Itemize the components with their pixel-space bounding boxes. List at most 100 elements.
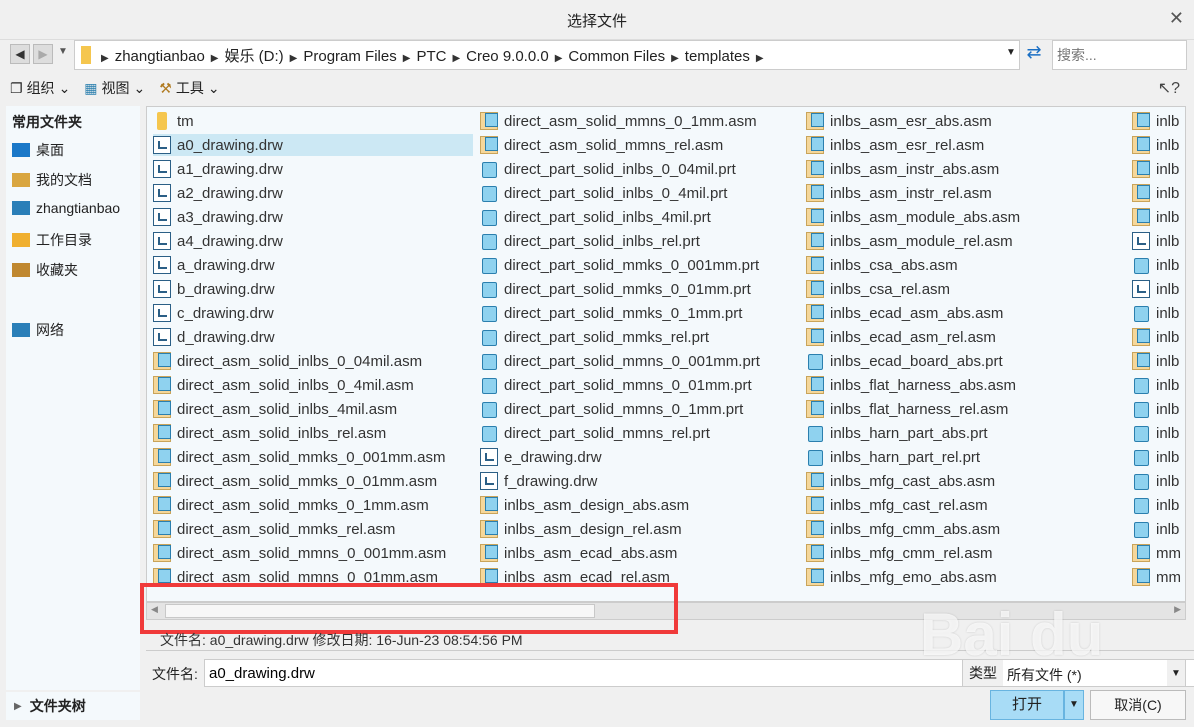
file-item[interactable]: inlb bbox=[1132, 350, 1185, 372]
file-item[interactable]: direct_part_solid_mmks_rel.prt bbox=[480, 326, 790, 348]
folder-tree-toggle[interactable]: ▶ 文件夹树 bbox=[6, 692, 140, 720]
breadcrumb-item[interactable]: PTC bbox=[410, 48, 452, 65]
file-item[interactable]: inlb bbox=[1132, 158, 1185, 180]
forward-button[interactable]: ▶ bbox=[33, 44, 53, 64]
file-item[interactable]: direct_part_solid_inlbs_0_04mil.prt bbox=[480, 158, 790, 180]
file-item[interactable]: inlb bbox=[1132, 182, 1185, 204]
file-item[interactable]: inlb bbox=[1132, 230, 1185, 252]
file-item[interactable]: e_drawing.drw bbox=[480, 446, 790, 468]
file-item[interactable]: direct_asm_solid_inlbs_rel.asm bbox=[153, 422, 473, 444]
file-item[interactable]: inlb bbox=[1132, 302, 1185, 324]
file-item[interactable]: inlb bbox=[1132, 374, 1185, 396]
breadcrumb-item[interactable]: templates bbox=[679, 48, 756, 65]
file-item[interactable]: a0_drawing.drw bbox=[153, 134, 473, 156]
file-item[interactable]: inlb bbox=[1132, 134, 1185, 156]
sidebar-item[interactable]: 网络 bbox=[12, 320, 64, 340]
file-item[interactable]: direct_asm_solid_mmks_0_1mm.asm bbox=[153, 494, 473, 516]
file-item[interactable]: inlbs_asm_module_rel.asm bbox=[806, 230, 1116, 252]
file-item[interactable]: mm bbox=[1132, 542, 1185, 564]
open-dropdown-icon[interactable]: ▼ bbox=[1064, 690, 1084, 720]
file-item[interactable]: direct_part_solid_mmks_0_01mm.prt bbox=[480, 278, 790, 300]
file-item[interactable]: inlbs_ecad_board_abs.prt bbox=[806, 350, 1116, 372]
breadcrumb-item[interactable]: Creo 9.0.0.0 bbox=[460, 48, 555, 65]
file-item[interactable]: direct_part_solid_inlbs_0_4mil.prt bbox=[480, 182, 790, 204]
file-item[interactable]: inlbs_asm_module_abs.asm bbox=[806, 206, 1116, 228]
file-item[interactable]: inlbs_asm_esr_rel.asm bbox=[806, 134, 1116, 156]
file-item[interactable]: inlbs_mfg_cast_rel.asm bbox=[806, 494, 1116, 516]
file-item[interactable]: inlb bbox=[1132, 494, 1185, 516]
file-item[interactable]: inlbs_csa_abs.asm bbox=[806, 254, 1116, 276]
sidebar-item[interactable]: zhangtianbao bbox=[12, 200, 120, 216]
file-item[interactable]: inlbs_asm_esr_abs.asm bbox=[806, 110, 1116, 132]
file-item[interactable]: direct_part_solid_mmks_0_001mm.prt bbox=[480, 254, 790, 276]
file-item[interactable]: inlbs_ecad_asm_rel.asm bbox=[806, 326, 1116, 348]
breadcrumb-separator-icon[interactable]: ▶ bbox=[211, 53, 219, 64]
sidebar-item[interactable]: 桌面 bbox=[12, 140, 64, 160]
view-menu[interactable]: ▦ 视图 ⌄ bbox=[84, 78, 145, 98]
file-item[interactable]: inlb bbox=[1132, 326, 1185, 348]
file-item[interactable]: mm bbox=[1132, 566, 1185, 588]
cancel-button[interactable]: 取消(C) bbox=[1090, 690, 1186, 720]
file-item[interactable]: d_drawing.drw bbox=[153, 326, 473, 348]
file-item[interactable]: inlbs_asm_design_rel.asm bbox=[480, 518, 790, 540]
tools-menu[interactable]: ⚒ 工具 ⌄ bbox=[159, 78, 219, 98]
file-item[interactable]: direct_asm_solid_mmns_0_001mm.asm bbox=[153, 542, 473, 564]
search-input[interactable] bbox=[1052, 40, 1187, 70]
file-item[interactable]: tm bbox=[153, 110, 473, 132]
file-item[interactable]: inlbs_asm_instr_rel.asm bbox=[806, 182, 1116, 204]
history-dropdown-icon[interactable]: ▼ bbox=[58, 46, 68, 57]
file-item[interactable]: inlb bbox=[1132, 518, 1185, 540]
file-item[interactable]: inlb bbox=[1132, 254, 1185, 276]
file-item[interactable]: inlb bbox=[1132, 470, 1185, 492]
file-item[interactable]: a3_drawing.drw bbox=[153, 206, 473, 228]
file-item[interactable]: direct_part_solid_mmns_0_01mm.prt bbox=[480, 374, 790, 396]
file-item[interactable]: direct_part_solid_mmks_0_1mm.prt bbox=[480, 302, 790, 324]
scroll-right-icon[interactable]: ▶ bbox=[1174, 604, 1181, 615]
file-item[interactable]: b_drawing.drw bbox=[153, 278, 473, 300]
breadcrumb-item[interactable]: zhangtianbao bbox=[109, 48, 211, 65]
file-item[interactable]: direct_asm_solid_mmns_rel.asm bbox=[480, 134, 790, 156]
file-item[interactable]: direct_asm_solid_mmks_0_01mm.asm bbox=[153, 470, 473, 492]
file-item[interactable]: direct_asm_solid_inlbs_0_04mil.asm bbox=[153, 350, 473, 372]
file-item[interactable]: inlbs_asm_design_abs.asm bbox=[480, 494, 790, 516]
file-item[interactable]: direct_asm_solid_mmks_0_001mm.asm bbox=[153, 446, 473, 468]
breadcrumb-separator-icon[interactable]: ▶ bbox=[756, 53, 764, 64]
file-item[interactable]: direct_part_solid_mmns_rel.prt bbox=[480, 422, 790, 444]
file-item[interactable]: inlbs_csa_rel.asm bbox=[806, 278, 1116, 300]
file-item[interactable]: inlb bbox=[1132, 422, 1185, 444]
file-item[interactable]: inlbs_ecad_asm_abs.asm bbox=[806, 302, 1116, 324]
breadcrumb-item[interactable]: Common Files bbox=[562, 48, 671, 65]
file-item[interactable]: inlb bbox=[1132, 278, 1185, 300]
breadcrumb-separator-icon[interactable]: ▶ bbox=[671, 53, 679, 64]
file-item[interactable]: inlb bbox=[1132, 110, 1185, 132]
breadcrumb-item[interactable]: Program Files bbox=[297, 48, 402, 65]
help-pointer-icon[interactable]: ↖? bbox=[1158, 78, 1180, 98]
refresh-icon[interactable]: ⇄ bbox=[1022, 42, 1046, 68]
file-item[interactable]: inlbs_harn_part_rel.prt bbox=[806, 446, 1116, 468]
file-item[interactable]: direct_part_solid_inlbs_4mil.prt bbox=[480, 206, 790, 228]
file-item[interactable]: direct_asm_solid_inlbs_0_4mil.asm bbox=[153, 374, 473, 396]
file-item[interactable]: a1_drawing.drw bbox=[153, 158, 473, 180]
file-item[interactable]: inlbs_asm_instr_abs.asm bbox=[806, 158, 1116, 180]
breadcrumb-separator-icon[interactable]: ▶ bbox=[101, 53, 109, 64]
file-item[interactable]: direct_asm_solid_mmks_rel.asm bbox=[153, 518, 473, 540]
file-item[interactable]: inlbs_flat_harness_rel.asm bbox=[806, 398, 1116, 420]
file-item[interactable]: inlbs_mfg_cmm_rel.asm bbox=[806, 542, 1116, 564]
file-item[interactable]: direct_part_solid_mmns_0_001mm.prt bbox=[480, 350, 790, 372]
sidebar-item[interactable]: 工作目录 bbox=[12, 230, 92, 250]
address-bar[interactable]: ▶ zhangtianbao ▶ 娱乐 (D:) ▶ Program Files ▶ PTC ▶… bbox=[74, 40, 1020, 70]
file-item[interactable]: inlbs_harn_part_abs.prt bbox=[806, 422, 1116, 444]
back-button[interactable]: ◀ bbox=[10, 44, 30, 64]
file-item[interactable]: direct_asm_solid_mmns_0_1mm.asm bbox=[480, 110, 790, 132]
breadcrumb-separator-icon[interactable]: ▶ bbox=[452, 53, 460, 64]
file-item[interactable]: f_drawing.drw bbox=[480, 470, 790, 492]
file-item[interactable]: inlbs_mfg_cast_abs.asm bbox=[806, 470, 1116, 492]
file-item[interactable]: inlbs_mfg_cmm_abs.asm bbox=[806, 518, 1116, 540]
open-button[interactable]: 打开 bbox=[990, 690, 1064, 720]
address-dropdown-icon[interactable]: ▼ bbox=[1006, 47, 1016, 58]
close-icon[interactable]: ✕ bbox=[1169, 8, 1184, 29]
file-item[interactable]: a4_drawing.drw bbox=[153, 230, 473, 252]
file-item[interactable]: inlbs_flat_harness_abs.asm bbox=[806, 374, 1116, 396]
breadcrumb-item[interactable]: 娱乐 (D:) bbox=[219, 48, 290, 65]
file-item[interactable]: direct_part_solid_mmns_0_1mm.prt bbox=[480, 398, 790, 420]
